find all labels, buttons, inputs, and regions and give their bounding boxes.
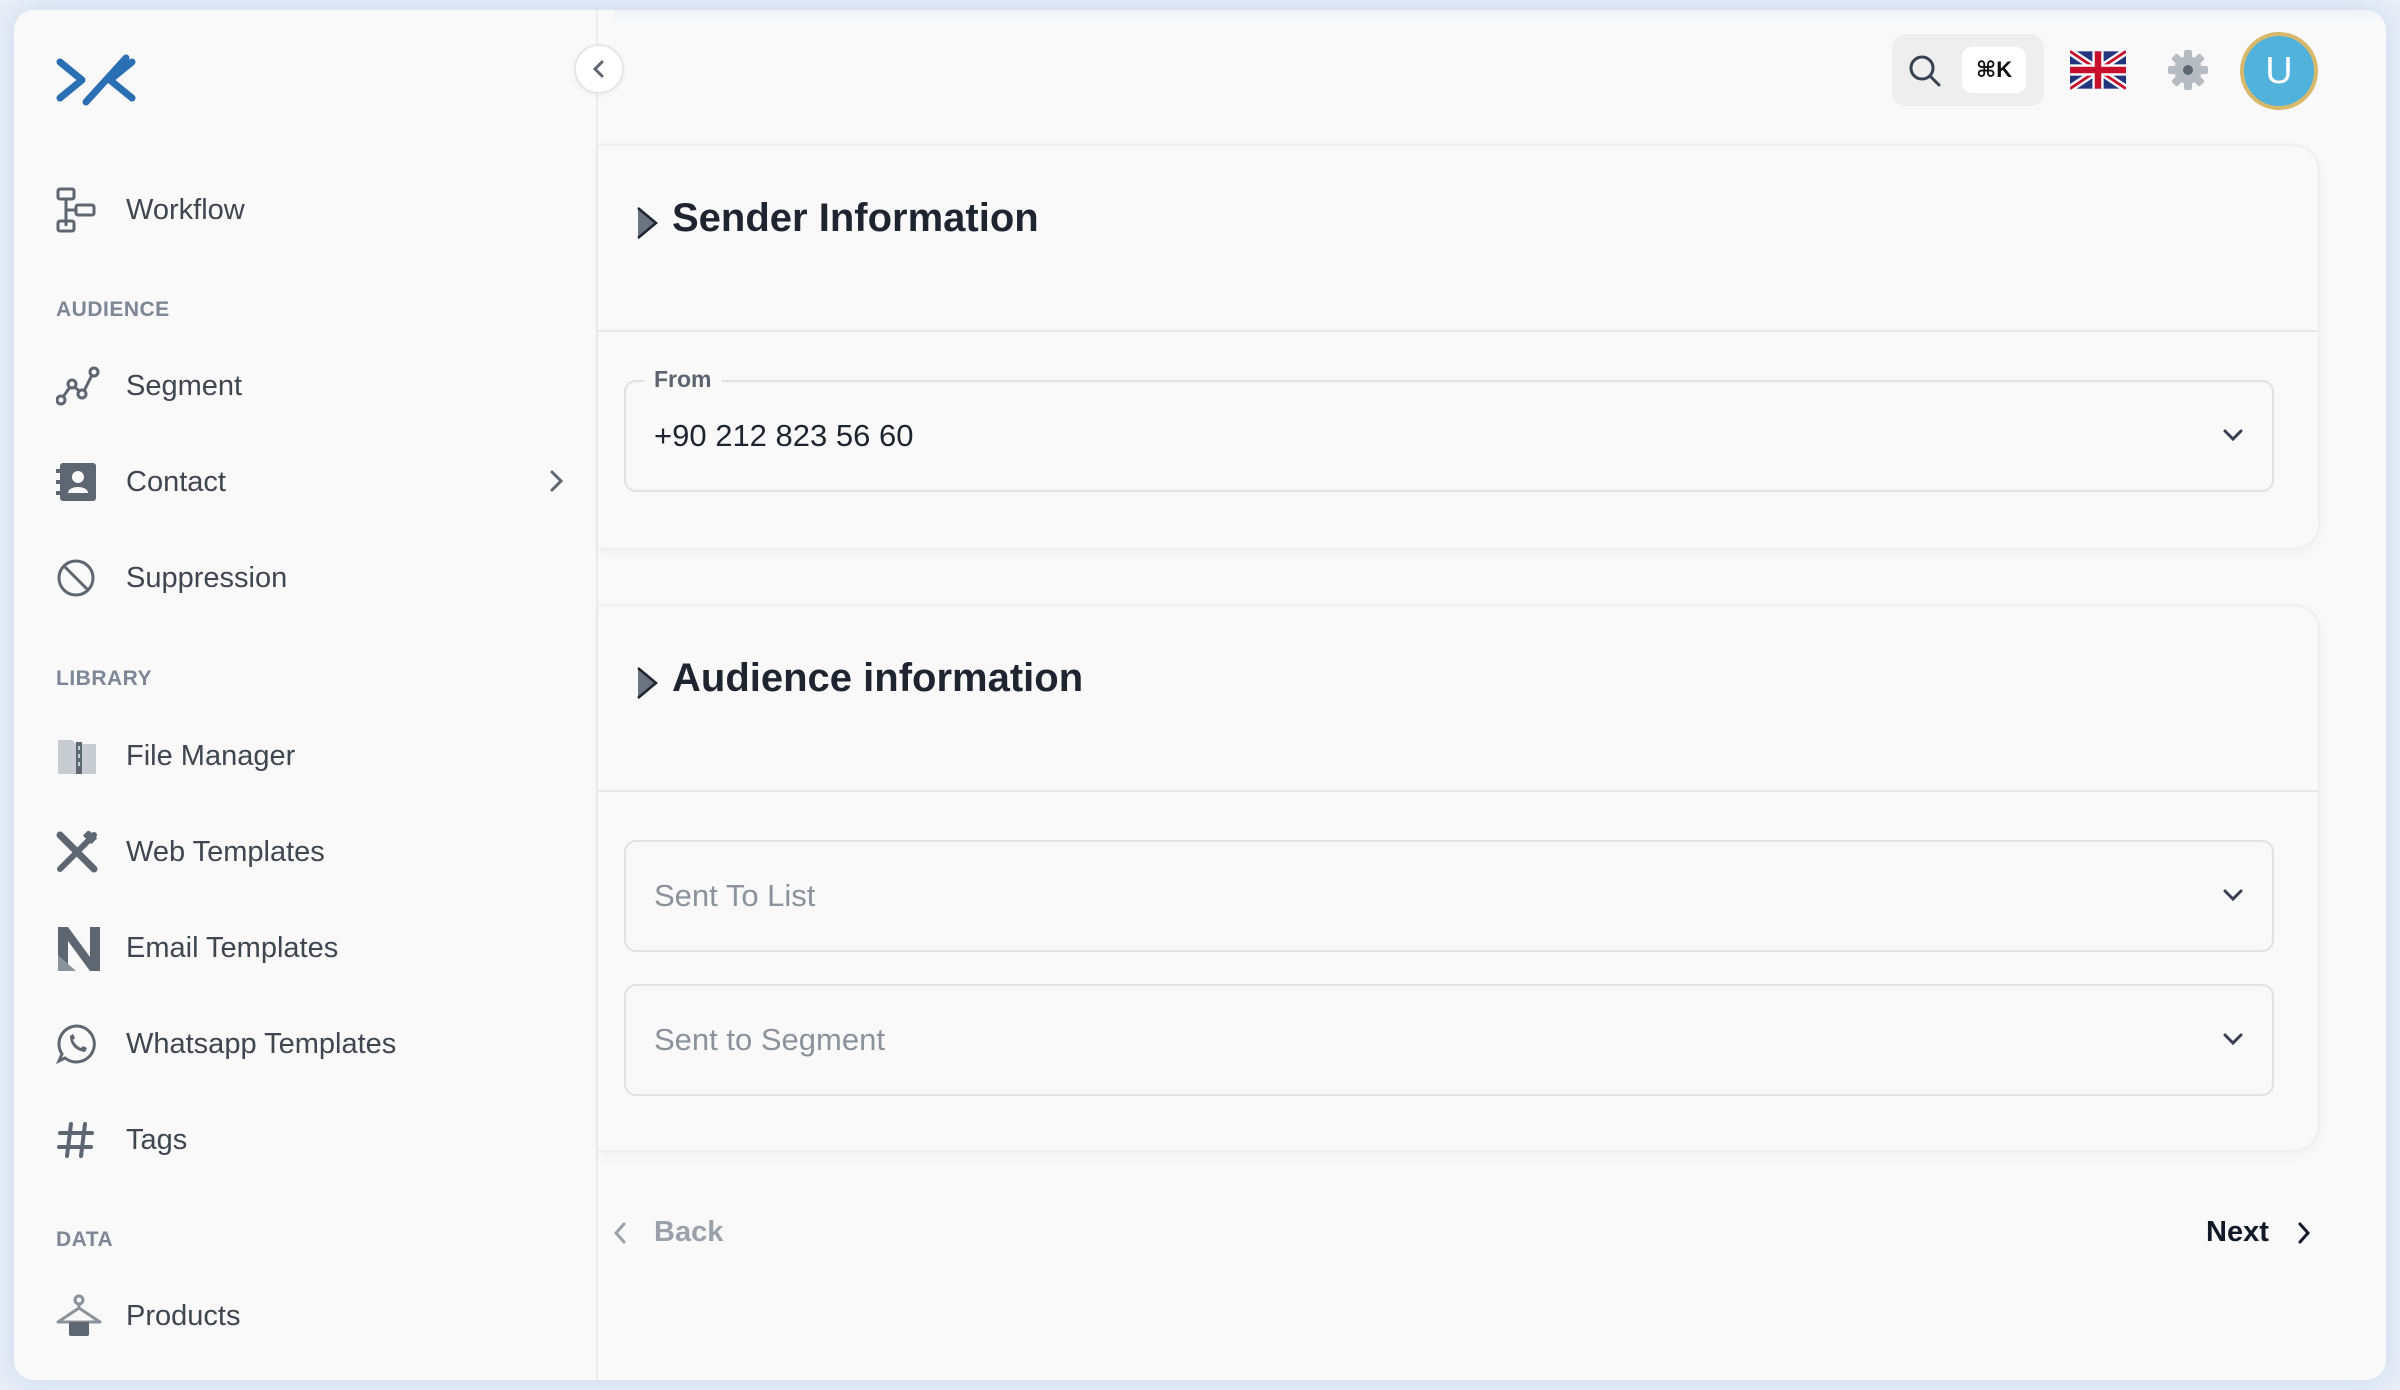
sidebar-item-label: Web Templates xyxy=(126,835,325,868)
contact-icon xyxy=(56,459,102,505)
back-label: Back xyxy=(654,1216,724,1248)
next-label: Next xyxy=(2206,1216,2269,1248)
sidebar-item-contact[interactable]: Contact xyxy=(56,452,566,512)
back-button[interactable]: Back xyxy=(612,1216,723,1249)
header-strip xyxy=(614,10,2386,22)
chevron-right-icon xyxy=(2298,1222,2310,1243)
audience-information-title: Audience information xyxy=(672,656,1084,700)
chevron-right-icon[interactable] xyxy=(546,466,566,496)
card-header: Sender Information xyxy=(598,146,2318,332)
section-label-library: LIBRARY xyxy=(56,667,153,690)
sidebar-item-label: Suppression xyxy=(126,561,288,594)
brand-logo[interactable] xyxy=(56,50,136,110)
chevron-left-icon xyxy=(592,60,604,78)
search-icon xyxy=(1909,55,1941,87)
sidebar-item-label: Workflow xyxy=(126,193,245,226)
settings-gear-icon[interactable] xyxy=(2166,48,2210,92)
search-button[interactable]: ⌘K xyxy=(1892,34,2044,106)
next-button[interactable]: Next xyxy=(2206,1216,2313,1249)
from-select[interactable]: From +90 212 823 56 60 xyxy=(624,366,2274,492)
email-template-icon xyxy=(56,925,102,971)
sidebar-item-label: Contact xyxy=(126,465,226,498)
section-marker-icon xyxy=(637,667,658,699)
sent-to-list-placeholder: Sent To List xyxy=(654,878,816,913)
sidebar-collapse-button[interactable] xyxy=(574,44,624,94)
card-header: Audience information xyxy=(598,606,2318,792)
sidebar-item-label: File Manager xyxy=(126,739,296,772)
sidebar-item-label: Products xyxy=(126,1299,241,1332)
from-label: From xyxy=(644,366,722,393)
sidebar-item-label: Whatsapp Templates xyxy=(126,1027,397,1060)
sidebar: Workflow AUDIENCE Segment Contact Suppre… xyxy=(14,10,598,1380)
sidebar-item-suppression[interactable]: Suppression xyxy=(56,548,566,608)
sidebar-item-label: Tags xyxy=(126,1123,188,1156)
uk-flag-icon[interactable] xyxy=(2070,48,2126,92)
sidebar-item-label: Segment xyxy=(126,369,243,402)
section-label-data: DATA xyxy=(56,1228,114,1251)
workflow-icon xyxy=(56,187,102,233)
section-marker-icon xyxy=(637,207,658,239)
chevron-down-icon xyxy=(2223,889,2243,902)
section-label-audience: AUDIENCE xyxy=(56,298,170,321)
sender-information-title: Sender Information xyxy=(672,196,1039,240)
design-tools-icon xyxy=(56,829,102,875)
hanger-icon xyxy=(56,1293,102,1339)
folder-icon xyxy=(56,733,102,779)
sent-to-segment-select[interactable]: Sent to Segment xyxy=(624,984,2274,1096)
shortcut-badge: ⌘K xyxy=(1962,47,2026,93)
app-window: Workflow AUDIENCE Segment Contact Suppre… xyxy=(14,10,2386,1380)
user-avatar[interactable]: U xyxy=(2240,32,2318,110)
from-value: +90 212 823 56 60 xyxy=(654,418,914,453)
sidebar-item-products[interactable]: Products xyxy=(56,1286,566,1346)
sidebar-item-whatsapp-templates[interactable]: Whatsapp Templates xyxy=(56,1014,566,1074)
sidebar-item-segment[interactable]: Segment xyxy=(56,356,566,416)
chevron-left-icon xyxy=(613,1222,626,1243)
hash-icon xyxy=(56,1117,102,1163)
sent-to-segment-placeholder: Sent to Segment xyxy=(654,1022,885,1057)
sidebar-item-web-templates[interactable]: Web Templates xyxy=(56,822,566,882)
chevron-down-icon xyxy=(2223,429,2243,442)
sidebar-item-file-manager[interactable]: File Manager xyxy=(56,726,566,786)
sidebar-item-label: Email Templates xyxy=(126,931,339,964)
sidebar-item-tags[interactable]: Tags xyxy=(56,1110,566,1170)
sidebar-item-email-templates[interactable]: Email Templates xyxy=(56,918,566,978)
segment-icon xyxy=(56,363,102,409)
suppression-icon xyxy=(56,555,102,601)
sent-to-list-select[interactable]: Sent To List xyxy=(624,840,2274,952)
chevron-down-icon xyxy=(2223,1033,2243,1046)
sidebar-item-workflow[interactable]: Workflow xyxy=(56,180,566,240)
whatsapp-icon xyxy=(56,1021,102,1067)
